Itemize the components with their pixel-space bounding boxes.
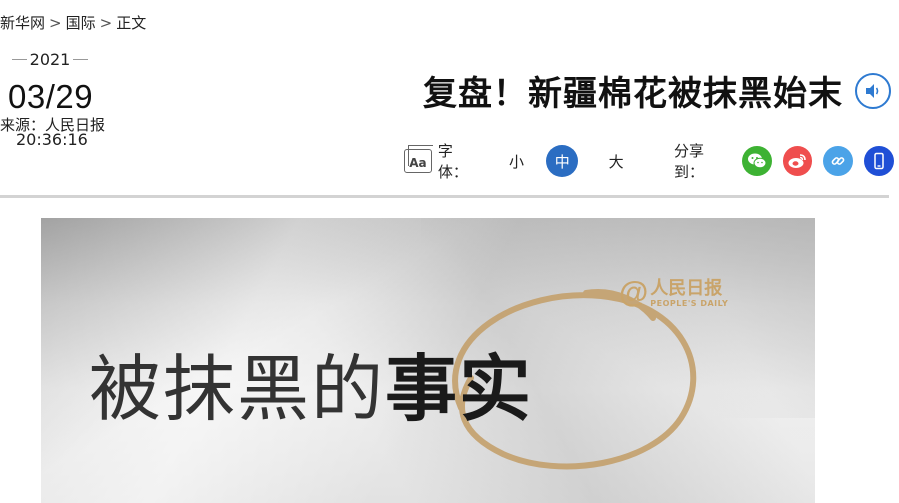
headline-area: 复盘！新疆棉花被抹黑始末 bbox=[423, 66, 891, 115]
header-divider bbox=[0, 195, 889, 198]
breadcrumb-international-link[interactable]: 国际 bbox=[66, 14, 96, 32]
share-link-button[interactable] bbox=[823, 146, 854, 176]
breadcrumb-separator: > bbox=[99, 14, 113, 32]
share-mobile-button[interactable] bbox=[864, 146, 895, 176]
hero-title-bold: 事实 bbox=[385, 347, 534, 431]
hero-title: 被抹黑的事实 bbox=[89, 330, 533, 435]
font-size-medium-button[interactable]: 中 bbox=[546, 145, 579, 177]
breadcrumb-current: 正文 bbox=[116, 14, 147, 32]
article-headline: 复盘！新疆棉花被抹黑始末 bbox=[423, 74, 843, 114]
link-icon bbox=[831, 157, 845, 165]
speaker-icon bbox=[866, 83, 879, 98]
article-source: 来源：人民日报 bbox=[0, 116, 106, 134]
publish-year: 2021 bbox=[29, 49, 71, 69]
wechat-icon bbox=[747, 153, 767, 169]
year-rule-right bbox=[73, 58, 88, 60]
font-size-label: 字体： bbox=[437, 142, 468, 181]
font-size-large-button[interactable]: 大 bbox=[600, 145, 632, 177]
breadcrumb-home-link[interactable]: 新华网 bbox=[0, 14, 45, 32]
read-aloud-button[interactable] bbox=[855, 72, 891, 109]
font-size-small-button[interactable]: 小 bbox=[501, 145, 533, 177]
breadcrumb: 新华网 > 国际 > 正文 bbox=[0, 12, 146, 33]
breadcrumb-separator: > bbox=[49, 14, 62, 32]
weibo-icon bbox=[788, 154, 807, 168]
font-size-icon: Aa bbox=[404, 145, 433, 173]
year-rule-left bbox=[12, 58, 27, 60]
publish-year-line: 2021 bbox=[12, 48, 88, 70]
logo-chinese-name: 人民日报 bbox=[650, 277, 723, 299]
share-weibo-button[interactable] bbox=[782, 146, 813, 176]
logo-at-symbol: @ bbox=[619, 276, 649, 309]
hero-title-light: 被抹黑的 bbox=[89, 347, 386, 431]
article-toolbar: Aa 字体： 小 中 大 分享到： bbox=[404, 142, 895, 181]
mobile-icon bbox=[874, 152, 884, 170]
publish-day: 03/29 bbox=[8, 78, 94, 115]
share-wechat-button[interactable] bbox=[741, 146, 772, 176]
logo-english-name: PEOPLE'S DAILY bbox=[650, 298, 729, 308]
article-hero-image: @ 人民日报 PEOPLE'S DAILY 被抹黑的事实 bbox=[41, 218, 815, 503]
peoples-daily-logo: @ 人民日报 PEOPLE'S DAILY bbox=[619, 276, 728, 310]
share-label: 分享到： bbox=[674, 142, 705, 181]
